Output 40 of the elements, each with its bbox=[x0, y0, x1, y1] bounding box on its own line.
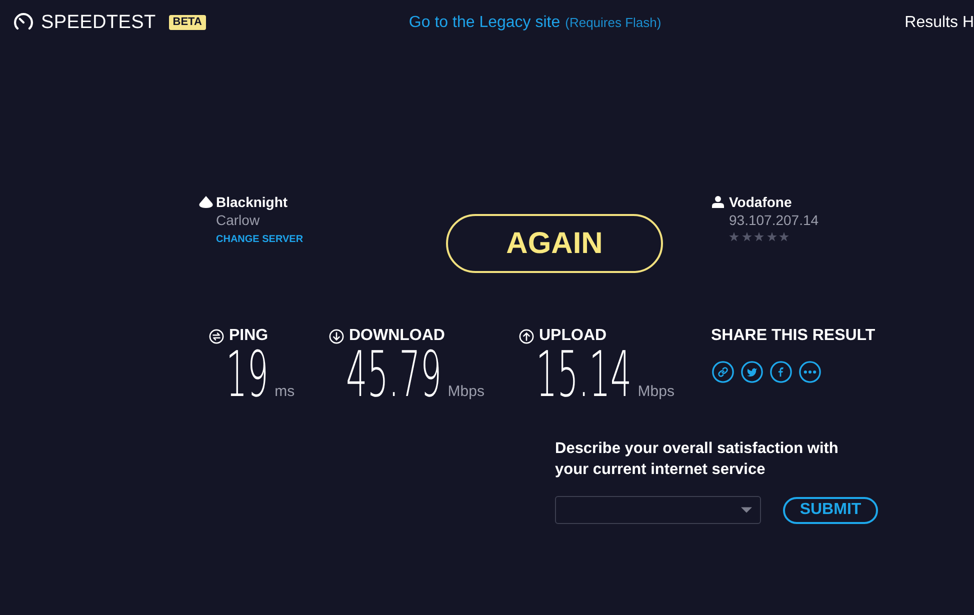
submit-button[interactable]: SUBMIT bbox=[783, 496, 878, 524]
again-button[interactable]: AGAIN bbox=[446, 214, 663, 273]
results-history-link[interactable]: Results H bbox=[904, 10, 974, 34]
metric-value: 45.79 bbox=[346, 343, 442, 406]
change-server-link[interactable]: CHANGE SERVER bbox=[216, 235, 304, 245]
metric-unit: Mbps bbox=[448, 384, 484, 399]
survey-question: Describe your overall satisfaction with your current internet service bbox=[555, 439, 840, 480]
link-note: (Requires Flash) bbox=[565, 14, 662, 32]
star-icon[interactable] bbox=[766, 232, 776, 242]
star-icon[interactable] bbox=[742, 232, 752, 242]
beta-badge: BETA bbox=[168, 15, 206, 30]
provider-name: Vodafone bbox=[729, 193, 792, 211]
bird-icon[interactable] bbox=[741, 361, 763, 383]
download-icon bbox=[329, 328, 344, 344]
metric-value: 19 bbox=[226, 343, 268, 406]
cone-icon bbox=[199, 196, 213, 208]
logo-text: SPEEDTEST bbox=[41, 13, 156, 32]
metric-unit: Mbps bbox=[638, 384, 674, 399]
caret-icon bbox=[741, 507, 752, 513]
ip-address: 93.107.207.14 bbox=[729, 211, 819, 229]
metric-label: DOWNLOAD bbox=[349, 327, 445, 345]
server-location: Carlow bbox=[216, 211, 260, 229]
star-icon[interactable] bbox=[779, 232, 789, 242]
f-logo-icon[interactable] bbox=[770, 361, 792, 383]
star-icon[interactable] bbox=[754, 232, 764, 242]
user-icon bbox=[712, 196, 724, 208]
ellipsis-icon[interactable] bbox=[799, 361, 821, 383]
satisfaction-dropdown[interactable] bbox=[555, 496, 761, 524]
arrows-circle-icon bbox=[209, 328, 224, 344]
star-icon[interactable] bbox=[729, 232, 739, 242]
gauge-icon bbox=[14, 13, 33, 30]
server-name: Blacknight bbox=[216, 193, 288, 211]
metric-label: PING bbox=[229, 327, 268, 345]
metric-label: UPLOAD bbox=[539, 327, 607, 345]
metric-unit: ms bbox=[274, 384, 295, 399]
legacy-site-link[interactable]: Go to the Legacy site bbox=[408, 10, 560, 34]
metric-value: 15.14 bbox=[536, 343, 632, 406]
link-icon[interactable] bbox=[712, 361, 734, 383]
upload-icon bbox=[519, 328, 534, 344]
share-title: SHARE THIS RESULT bbox=[711, 327, 876, 345]
